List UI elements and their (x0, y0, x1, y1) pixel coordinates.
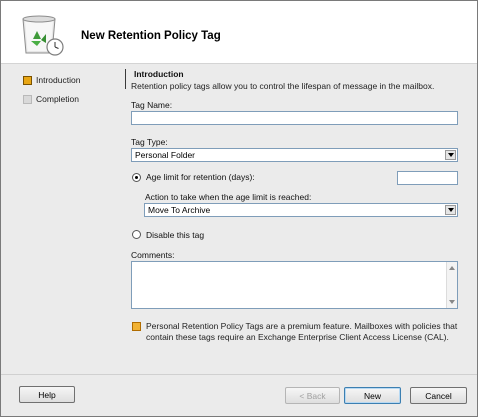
chevron-down-icon[interactable] (445, 150, 456, 160)
chevron-down-icon[interactable] (445, 205, 456, 215)
tag-type-label: Tag Type: (131, 137, 168, 147)
wizard-header: New Retention Policy Tag (1, 1, 477, 64)
comments-scrollbar[interactable] (446, 262, 457, 308)
disable-tag-radio[interactable] (132, 230, 141, 239)
section-description: Retention policy tags allow you to contr… (131, 81, 435, 91)
section-divider (125, 69, 126, 89)
step-active-marker (23, 75, 32, 85)
tag-type-value: Personal Folder (135, 150, 196, 160)
disable-tag-label: Disable this tag (146, 230, 205, 240)
wizard-window: New Retention Policy Tag Introduction Co… (0, 0, 478, 417)
cancel-button[interactable]: Cancel (410, 387, 467, 404)
age-limit-radio[interactable] (132, 173, 141, 182)
premium-warning-icon (132, 322, 141, 331)
age-limit-label: Age limit for retention (days): (146, 172, 255, 182)
wizard-steps: Introduction Completion (1, 64, 119, 374)
tag-type-select[interactable]: Personal Folder (131, 148, 458, 162)
back-button[interactable]: < Back (285, 387, 340, 404)
recycle-bin-clock-icon (22, 15, 64, 56)
age-limit-input[interactable] (397, 171, 458, 185)
step-introduction[interactable]: Introduction (23, 73, 80, 87)
step-label: Completion (36, 94, 79, 104)
footer-separator (1, 374, 477, 375)
help-button[interactable]: Help (19, 386, 75, 403)
wizard-title: New Retention Policy Tag (81, 30, 221, 42)
comments-textarea[interactable] (131, 261, 458, 309)
step-idle-marker (23, 94, 32, 104)
action-label: Action to take when the age limit is rea… (145, 192, 312, 202)
scroll-up-icon[interactable] (449, 265, 455, 271)
step-completion[interactable]: Completion (23, 92, 79, 106)
tag-name-label: Tag Name: (131, 100, 173, 110)
step-label: Introduction (36, 75, 81, 85)
scroll-down-icon[interactable] (449, 299, 455, 305)
premium-note-line1: Personal Retention Policy Tags are a pre… (146, 321, 458, 331)
action-select[interactable]: Move To Archive (144, 203, 458, 217)
tag-name-input[interactable] (131, 111, 458, 125)
action-value: Move To Archive (148, 205, 211, 215)
comments-label: Comments: (131, 250, 175, 260)
new-button[interactable]: New (344, 387, 401, 404)
premium-note-line2: contain these tags require an Exchange E… (146, 332, 449, 342)
section-title: Introduction (134, 69, 184, 79)
